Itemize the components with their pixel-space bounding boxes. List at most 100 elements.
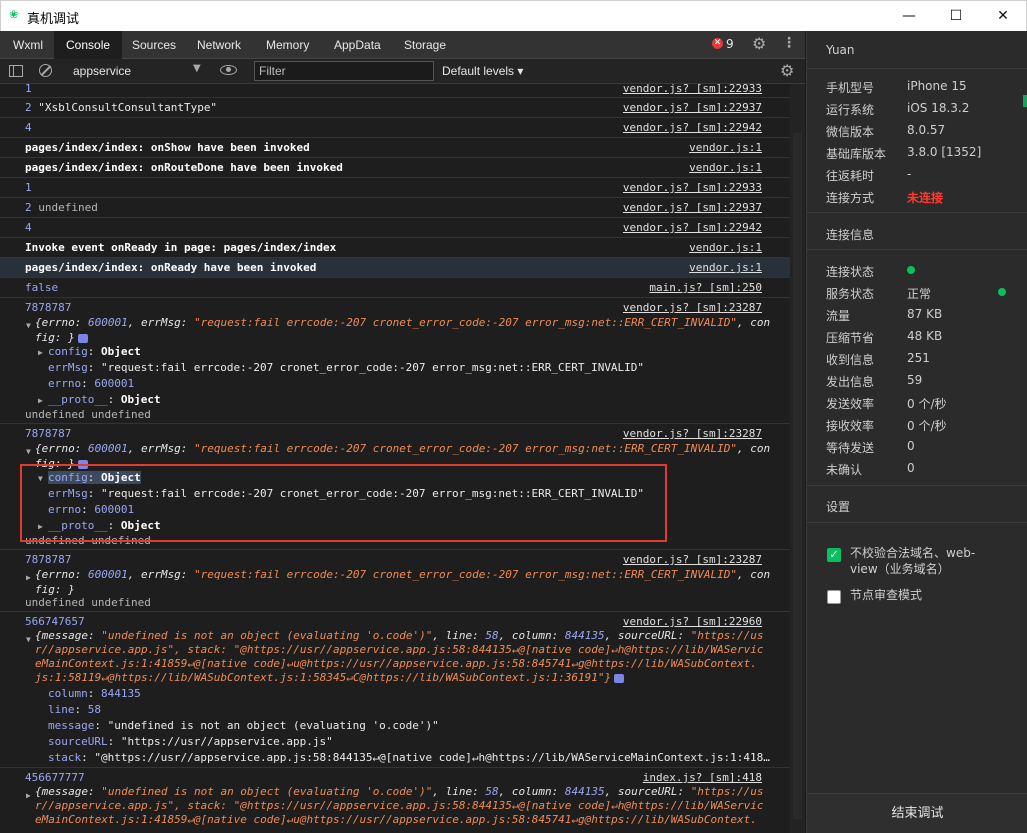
clear-console-icon[interactable] — [39, 64, 52, 77]
console-row: 2 "XsblConsultConsultantType" vendor.js?… — [0, 98, 790, 118]
more-options-icon[interactable]: ⋮ — [782, 35, 796, 51]
prop-value: 58 — [87, 703, 101, 716]
tab-console[interactable]: Console — [54, 31, 123, 59]
console-output: 1 vendor.js? [sm]:22933 2 "XsblConsultCo… — [0, 84, 790, 833]
error-icon[interactable]: ✕ — [712, 38, 723, 49]
error-count[interactable]: 9 — [726, 37, 734, 51]
log-levels-label: Default levels — [442, 64, 515, 78]
checkbox-unchecked[interactable] — [827, 590, 841, 604]
source-link[interactable]: vendor.js? [sm]:22933 — [623, 84, 762, 95]
devtools-logo-icon: ❀ — [9, 8, 19, 21]
prop-value: Object — [120, 393, 161, 406]
expand-triangle-icon[interactable]: ▶ — [38, 396, 43, 405]
tab-memory[interactable]: Memory — [266, 31, 309, 59]
preview-str: "request:fail errcode:-207 cronet_error_… — [193, 568, 738, 581]
prop-errmsg: errMsg: "request:fail errcode:-207 crone… — [48, 361, 645, 374]
log-id: 7878787 — [25, 553, 72, 566]
log-text: pages/index/index: onRouteDone have been… — [25, 161, 343, 174]
source-link[interactable]: vendor.js? [sm]:22937 — [623, 201, 762, 214]
object-preview[interactable]: {message: "undefined is not an object (e… — [35, 785, 764, 798]
live-expression-eye-icon[interactable] — [220, 65, 237, 75]
object-preview[interactable]: {errno: 600001, errMsg: "request:fail er… — [35, 442, 770, 455]
source-link[interactable]: vendor.js? [sm]:23287 — [623, 553, 762, 566]
expand-triangle-icon[interactable]: ▼ — [26, 447, 31, 456]
prop-config[interactable]: config: Object — [48, 345, 141, 358]
source-link[interactable]: vendor.js? [sm]:23287 — [623, 427, 762, 440]
section-title: 连接信息 — [826, 228, 875, 242]
object-preview[interactable]: {errno: 600001, errMsg: "request:fail er… — [35, 316, 770, 329]
source-link[interactable]: main.js? [sm]:250 — [649, 281, 762, 294]
console-row: 1 vendor.js? [sm]:22933 — [0, 84, 790, 98]
prop-value: "request:fail errcode:-207 cronet_error_… — [101, 361, 645, 374]
source-link[interactable]: vendor.js:1 — [689, 161, 762, 174]
expand-triangle-icon[interactable]: ▶ — [26, 791, 31, 800]
source-link[interactable]: vendor.js? [sm]:23287 — [623, 301, 762, 314]
error-object-entry: 7878787 vendor.js? [sm]:23287 ▼ {errno: … — [0, 298, 790, 424]
console-row: 1 vendor.js? [sm]:22933 — [0, 178, 790, 198]
preview-key: {errno: — [35, 442, 88, 455]
chevron-down-icon[interactable]: ▼ — [193, 63, 201, 74]
console-scrollbar-thumb[interactable] — [793, 133, 802, 819]
devtools-tabbar: Wxml Console Sources Network Memory AppD… — [0, 31, 805, 59]
expand-triangle-icon[interactable]: ▼ — [26, 321, 31, 330]
collapse-triangle-icon[interactable]: ▼ — [26, 635, 31, 644]
tab-wxml[interactable]: Wxml — [13, 31, 43, 59]
preview-str: "request:fail errcode:-207 cronet_error_… — [193, 442, 738, 455]
divider — [807, 249, 1027, 250]
device-label: 往返耗时 — [826, 169, 875, 183]
tab-storage[interactable]: Storage — [404, 31, 446, 59]
source-link[interactable]: vendor.js? [sm]:22942 — [623, 221, 762, 234]
object-preview-cont: eMainContext.js:1:41859↵@[native code]↵u… — [35, 657, 757, 670]
highlight-box — [20, 464, 667, 542]
prop-message: message: "undefined is not an object (ev… — [48, 719, 439, 732]
preview-key: , con — [737, 316, 771, 329]
preview-num: 600001 — [87, 568, 128, 581]
settings-gear-icon[interactable]: ⚙ — [752, 34, 766, 53]
preview-key: {errno: — [35, 316, 88, 329]
tab-appdata[interactable]: AppData — [334, 31, 381, 59]
minimize-button[interactable]: — — [886, 1, 932, 31]
conn-label: 收到信息 — [826, 353, 875, 367]
object-preview[interactable]: {errno: 600001, errMsg: "request:fail er… — [35, 568, 770, 581]
context-select[interactable]: appservice — [67, 62, 207, 81]
log-text: pages/index/index: onReady have been inv… — [25, 261, 317, 274]
divider — [807, 485, 1027, 486]
sidebar-toggle-icon[interactable] — [9, 65, 23, 77]
source-link[interactable]: vendor.js:1 — [689, 241, 762, 254]
section-title: 设置 — [826, 500, 851, 514]
tab-network[interactable]: Network — [197, 31, 241, 59]
console-settings-gear-icon[interactable]: ⚙ — [780, 61, 794, 80]
source-link[interactable]: vendor.js? [sm]:22933 — [623, 181, 762, 194]
expand-triangle-icon[interactable]: ▶ — [26, 573, 31, 582]
conn-value: 0 — [907, 461, 915, 475]
source-link[interactable]: vendor.js:1 — [689, 261, 762, 274]
preview-num: 600001 — [87, 442, 128, 455]
console-row: pages/index/index: onReady have been inv… — [0, 258, 790, 278]
object-info-icon — [614, 673, 625, 683]
log-id: 566747657 — [25, 615, 85, 628]
source-link[interactable]: index.js? [sm]:418 — [643, 771, 762, 784]
object-preview[interactable]: {message: "undefined is not an object (e… — [35, 629, 764, 642]
service-status-dot-icon — [998, 288, 1006, 296]
end-debug-button[interactable]: 结束调试 — [807, 793, 1027, 833]
preview-key: fig: } — [35, 331, 75, 344]
preview-str: "undefined is not an object (evaluating … — [101, 785, 433, 798]
tab-sources[interactable]: Sources — [132, 31, 176, 59]
log-levels-dropdown[interactable]: Default levels ▾ — [442, 64, 523, 78]
divider — [807, 212, 1027, 213]
device-value: 3.8.0 [1352] — [907, 145, 982, 159]
maximize-button[interactable]: ☐ — [933, 1, 979, 31]
source-link[interactable]: vendor.js? [sm]:22960 — [623, 615, 762, 628]
prop-value: "undefined is not an object (evaluating … — [107, 719, 439, 732]
filter-input[interactable] — [254, 61, 434, 81]
expand-triangle-icon[interactable]: ▶ — [38, 348, 43, 357]
conn-label: 发送效率 — [826, 397, 875, 411]
prop-proto[interactable]: __proto__: Object — [48, 393, 161, 406]
close-button[interactable]: ✕ — [980, 1, 1026, 31]
preview-key: , con — [737, 442, 771, 455]
source-link[interactable]: vendor.js? [sm]:22937 — [623, 101, 762, 114]
source-link[interactable]: vendor.js:1 — [689, 141, 762, 154]
checkbox-checked-icon[interactable]: ✓ — [827, 548, 841, 562]
conn-value: 正常 — [907, 287, 932, 301]
source-link[interactable]: vendor.js? [sm]:22942 — [623, 121, 762, 134]
